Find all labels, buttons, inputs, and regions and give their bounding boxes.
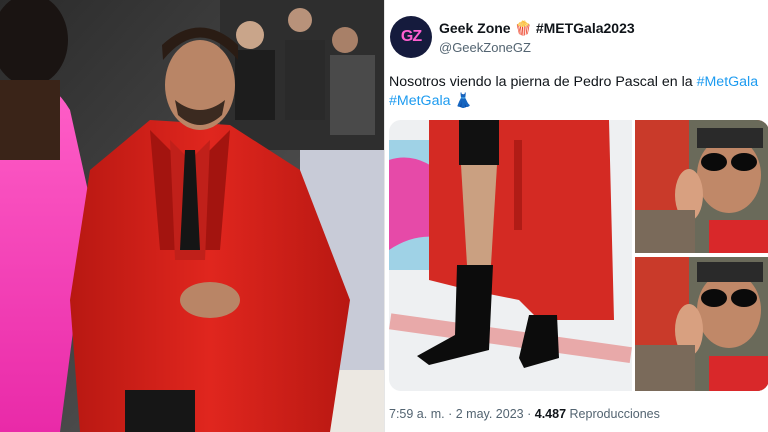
user-handle[interactable]: @GeekZoneGZ xyxy=(439,40,531,55)
views-label: Reproducciones xyxy=(569,407,660,421)
avatar[interactable]: GZ xyxy=(390,16,432,58)
dress-emoji: 👗 xyxy=(454,93,473,109)
meta-separator: · xyxy=(448,407,453,421)
avatar-logo-text: GZ xyxy=(400,28,422,45)
tweet-time[interactable]: 7:59 a. m. xyxy=(389,407,445,421)
hashtag-link[interactable]: #MetGala xyxy=(389,93,451,109)
meta-separator: · xyxy=(527,407,532,421)
tweet-media-grid[interactable] xyxy=(389,120,768,391)
name-hashtag: #METGala2023 xyxy=(535,20,635,36)
tweet-meta: 7:59 a. m. · 2 may. 2023 · 4.487 Reprodu… xyxy=(389,407,660,421)
tweet-media-illustration xyxy=(389,120,768,391)
tweet-card: GZ Geek Zone 🍿 #METGala2023 @GeekZoneGZ … xyxy=(384,0,768,432)
views-count: 4.487 xyxy=(534,407,567,421)
tweet-author-row: Geek Zone 🍿 #METGala2023 xyxy=(439,20,635,37)
tweet-date[interactable]: 2 may. 2023 xyxy=(456,407,524,421)
red-carpet-photo xyxy=(0,0,384,432)
hashtag-link[interactable]: #MetGala xyxy=(697,74,759,90)
popcorn-emoji: 🍿 xyxy=(514,20,532,36)
tweet-text-main: Nosotros viendo la pierna de Pedro Pasca… xyxy=(389,74,697,90)
tweet-text: Nosotros viendo la pierna de Pedro Pasca… xyxy=(389,73,768,111)
display-name[interactable]: Geek Zone xyxy=(439,20,511,36)
red-carpet-photo-illustration xyxy=(0,0,384,432)
